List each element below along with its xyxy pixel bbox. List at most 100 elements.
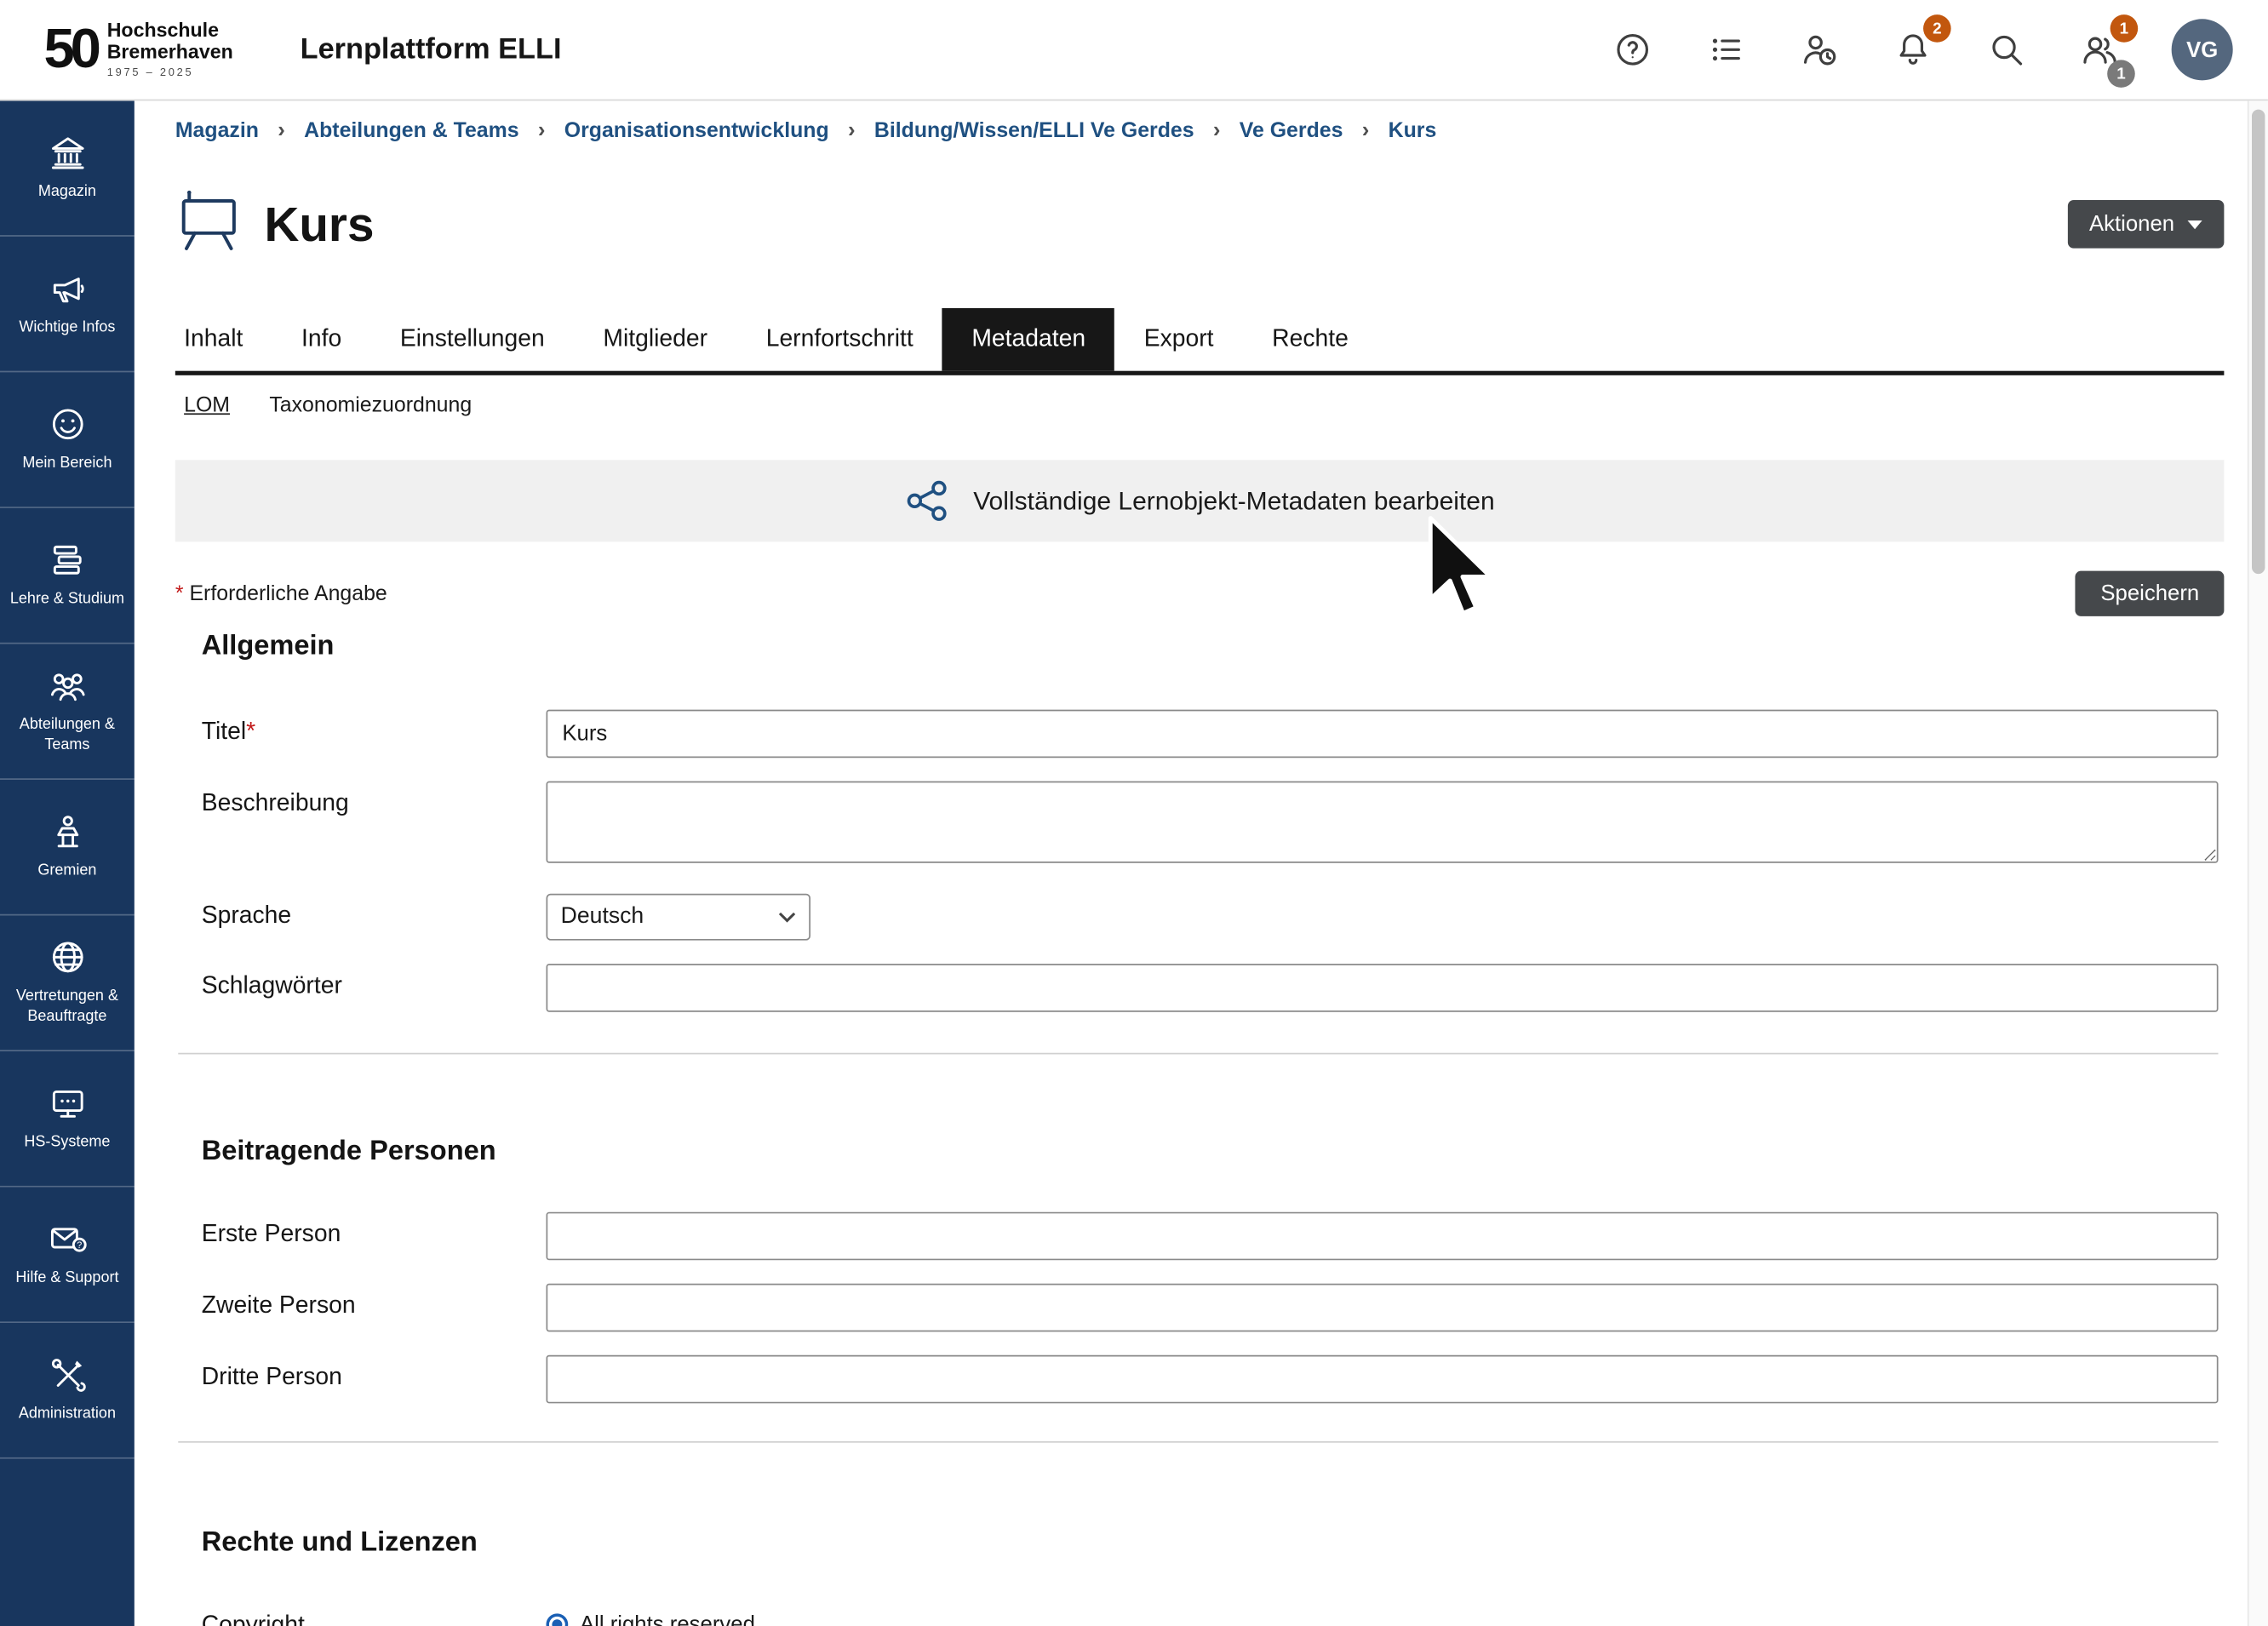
required-note-text: Erforderliche Angabe bbox=[189, 582, 387, 605]
actions-button[interactable]: Aktionen bbox=[2067, 200, 2224, 249]
form-toolbar: * Erforderliche Angabe Speichern bbox=[175, 571, 2225, 616]
erste-person-label: Erste Person bbox=[202, 1212, 547, 1249]
sidebar-item-abteilungen-teams[interactable]: Abteilungen & Teams bbox=[0, 644, 135, 780]
actions-button-label: Aktionen bbox=[2089, 212, 2174, 237]
form-row-beschreibung: Beschreibung bbox=[202, 782, 2219, 871]
avatar[interactable]: VG bbox=[2172, 19, 2233, 80]
chevron-right-icon: › bbox=[1213, 118, 1221, 143]
copyright-radio-option[interactable]: All rights reserved bbox=[547, 1607, 2219, 1626]
hochschule-bremerhaven-logo[interactable]: 50 Hochschule Bremerhaven 1975 – 2025 bbox=[43, 21, 232, 78]
logo-years: 1975 – 2025 bbox=[107, 66, 233, 78]
search-button[interactable] bbox=[1984, 28, 2028, 72]
bank-icon bbox=[48, 133, 87, 172]
tab-info[interactable]: Info bbox=[272, 308, 371, 371]
breadcrumb-item-abteilungen-teams[interactable]: Abteilungen & Teams bbox=[304, 119, 518, 142]
tab-lernfortschritt[interactable]: Lernfortschritt bbox=[736, 308, 942, 371]
caret-down-icon bbox=[2188, 220, 2202, 228]
dritte-person-input[interactable] bbox=[547, 1355, 2219, 1404]
tab-einstellungen[interactable]: Einstellungen bbox=[371, 308, 575, 371]
page-title: Kurs bbox=[264, 197, 374, 252]
list-icon bbox=[1707, 31, 1745, 69]
notifications-button[interactable]: 2 bbox=[1891, 28, 1934, 72]
breadcrumb-item-bildung-wissen[interactable]: Bildung/Wissen/ELLI Ve Gerdes bbox=[874, 119, 1194, 142]
section-divider bbox=[178, 1053, 2218, 1055]
chevron-right-icon: › bbox=[538, 118, 546, 143]
breadcrumb-item-kurs[interactable]: Kurs bbox=[1389, 119, 1437, 142]
app-root: 50 Hochschule Bremerhaven 1975 – 2025 Le… bbox=[0, 0, 2268, 1626]
sidebar-item-label: Wichtige Infos bbox=[19, 318, 115, 338]
breadcrumb-item-ve-gerdes[interactable]: Ve Gerdes bbox=[1240, 119, 1343, 142]
required-note: * Erforderliche Angabe bbox=[175, 582, 387, 605]
logo-line2: Bremerhaven bbox=[107, 43, 233, 64]
sidebar-item-lehre-studium[interactable]: Lehre & Studium bbox=[0, 508, 135, 644]
megaphone-icon bbox=[48, 269, 87, 308]
beschreibung-control bbox=[547, 782, 2219, 871]
sidebar-item-label: Vertretungen & Beauftragte bbox=[6, 988, 129, 1028]
lectern-icon bbox=[48, 812, 87, 851]
logo-50: 50 bbox=[43, 22, 96, 77]
tab-metadaten[interactable]: Metadaten bbox=[942, 308, 1114, 371]
help-button[interactable] bbox=[1611, 28, 1654, 72]
search-icon bbox=[1988, 31, 2026, 69]
sidebar-item-hilfe-support[interactable]: ? Hilfe & Support bbox=[0, 1188, 135, 1324]
contacts-button[interactable]: 1 1 bbox=[2078, 28, 2122, 72]
sidebar-item-label: HS-Systeme bbox=[24, 1133, 110, 1153]
dritte-person-control bbox=[547, 1355, 2219, 1404]
svg-text:?: ? bbox=[76, 1241, 81, 1251]
sidebar-item-hs-systeme[interactable]: HS-Systeme bbox=[0, 1051, 135, 1188]
tab-mitglieder[interactable]: Mitglieder bbox=[574, 308, 736, 371]
schlagwoerter-control bbox=[547, 964, 2219, 1012]
header-icon-cluster: 2 1 1 VG bbox=[1611, 19, 2233, 80]
zweite-person-input[interactable] bbox=[547, 1284, 2219, 1332]
sidebar-item-wichtige-infos[interactable]: Wichtige Infos bbox=[0, 237, 135, 373]
sidebar-item-gremien[interactable]: Gremien bbox=[0, 780, 135, 916]
titel-label-text: Titel bbox=[202, 719, 246, 745]
section-allgemein-heading: Allgemein bbox=[202, 631, 2225, 663]
monitor-icon bbox=[48, 1084, 87, 1123]
erste-person-input[interactable] bbox=[547, 1212, 2219, 1261]
page-header: Kurs Aktionen bbox=[175, 187, 2225, 261]
banner-label: Vollständige Lernobjekt-Metadaten bearbe… bbox=[973, 485, 1494, 516]
vertical-scrollbar[interactable] bbox=[2248, 100, 2268, 1626]
sidebar-item-magazin[interactable]: Magazin bbox=[0, 100, 135, 237]
chevron-right-icon: › bbox=[1362, 118, 1370, 143]
tab-inhalt[interactable]: Inhalt bbox=[175, 308, 272, 371]
help-icon bbox=[1613, 31, 1652, 69]
sidebar-item-vertretungen-beauftragte[interactable]: Vertretungen & Beauftragte bbox=[0, 915, 135, 1051]
contacts-badge-bottom: 1 bbox=[2107, 60, 2135, 88]
breadcrumb-item-magazin[interactable]: Magazin bbox=[175, 119, 259, 142]
section-rechte-heading: Rechte und Lizenzen bbox=[202, 1527, 2225, 1560]
edit-full-metadata-link[interactable]: Vollständige Lernobjekt-Metadaten bearbe… bbox=[905, 478, 1495, 524]
beschreibung-textarea[interactable] bbox=[547, 782, 2219, 863]
sidebar-item-label: Administration bbox=[19, 1405, 116, 1424]
required-asterisk: * bbox=[246, 719, 255, 745]
chevron-down-icon bbox=[778, 911, 796, 923]
globe-icon bbox=[48, 938, 87, 977]
sprache-select[interactable]: Deutsch bbox=[547, 894, 810, 941]
scrollbar-thumb[interactable] bbox=[2252, 110, 2265, 574]
save-button[interactable]: Speichern bbox=[2076, 571, 2224, 616]
form-row-erste-person: Erste Person bbox=[202, 1212, 2219, 1261]
tab-export[interactable]: Export bbox=[1114, 308, 1242, 371]
sidebar-item-administration[interactable]: Administration bbox=[0, 1323, 135, 1459]
todo-list-button[interactable] bbox=[1704, 28, 1748, 72]
sidebar-item-label: Magazin bbox=[38, 183, 96, 203]
sprache-label: Sprache bbox=[202, 894, 547, 930]
schlagwoerter-label: Schlagwörter bbox=[202, 964, 547, 1000]
breadcrumb-item-organisationsentwicklung[interactable]: Organisationsentwicklung bbox=[564, 119, 829, 142]
form-row-sprache: Sprache Deutsch bbox=[202, 894, 2219, 941]
books-icon bbox=[48, 541, 87, 580]
subtab-bar: LOM Taxonomiezuordnung bbox=[184, 394, 2224, 417]
form-row-copyright: Copyright All rights reserved bbox=[202, 1603, 2219, 1626]
chevron-right-icon: › bbox=[278, 118, 285, 143]
subtab-taxonomiezuordnung[interactable]: Taxonomiezuordnung bbox=[269, 394, 472, 417]
titel-input[interactable] bbox=[547, 710, 2219, 759]
schlagwoerter-input[interactable] bbox=[547, 964, 2219, 1012]
sidebar-item-mein-bereich[interactable]: Mein Bereich bbox=[0, 372, 135, 508]
radio-selected-icon[interactable] bbox=[547, 1613, 569, 1626]
dritte-person-label: Dritte Person bbox=[202, 1355, 547, 1392]
who-is-online-button[interactable] bbox=[1798, 28, 1841, 72]
subtab-lom[interactable]: LOM bbox=[184, 394, 230, 417]
main-sidebar: Magazin Wichtige Infos Mein Bereich bbox=[0, 100, 135, 1626]
tab-rechte[interactable]: Rechte bbox=[1243, 308, 1377, 371]
